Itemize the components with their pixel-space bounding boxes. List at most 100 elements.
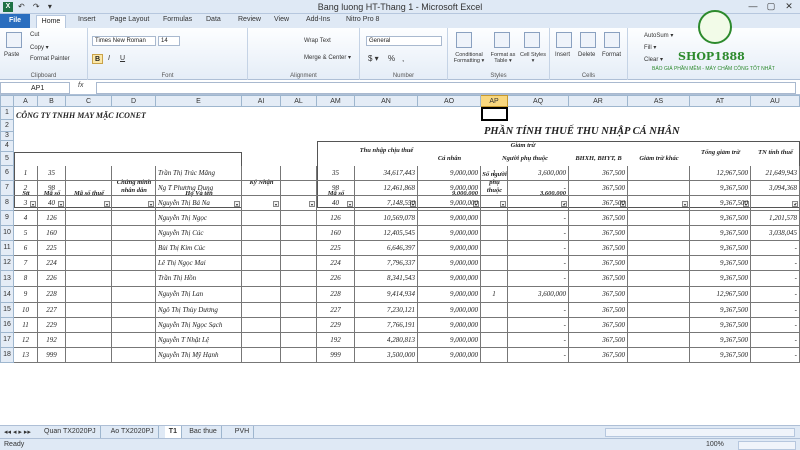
cell-bhxh[interactable]: 367,500 xyxy=(569,181,628,196)
cell-tntt[interactable]: - xyxy=(751,256,800,271)
horizontal-scrollbar[interactable] xyxy=(605,428,795,437)
cell-thunhap[interactable]: 7,796,337 xyxy=(355,256,418,271)
cell-kynhan[interactable] xyxy=(242,166,281,181)
cell-tong[interactable]: 9,367,500 xyxy=(690,318,751,333)
cell-maso2[interactable]: 226 xyxy=(317,271,355,287)
column-header-ao[interactable]: AO xyxy=(418,95,481,107)
cell-masothue[interactable] xyxy=(66,211,112,226)
cell-songuoi[interactable]: 1 xyxy=(481,287,508,303)
italic-button[interactable]: I xyxy=(108,55,110,62)
cell-thunhap[interactable]: 9,414,934 xyxy=(355,287,418,303)
cell-bhxh[interactable]: 367,500 xyxy=(569,256,628,271)
column-header-d[interactable]: D xyxy=(112,95,156,107)
column-header-am[interactable]: AM xyxy=(317,95,355,107)
cell-al[interactable] xyxy=(281,348,317,363)
cell-tong[interactable]: 12,967,500 xyxy=(690,166,751,181)
column-header-an[interactable]: AN xyxy=(355,95,418,107)
cell-tntt[interactable]: 1,201,578 xyxy=(751,211,800,226)
cell-gtk[interactable] xyxy=(628,333,690,348)
cell-bhxh[interactable]: 367,500 xyxy=(569,166,628,181)
tab-add-ins[interactable]: Add-Ins xyxy=(306,16,330,23)
number-format-select[interactable]: General xyxy=(366,36,442,46)
cell-maso2[interactable]: 192 xyxy=(317,333,355,348)
row-header-12[interactable]: 12 xyxy=(0,256,14,271)
zoom-slider[interactable] xyxy=(738,441,796,450)
cell-tntt[interactable]: - xyxy=(751,287,800,303)
cell-canhan[interactable]: 9,000,000 xyxy=(418,196,481,211)
cell-phuthuoc[interactable]: - xyxy=(508,318,569,333)
cell-canhan[interactable]: 9,000,000 xyxy=(418,256,481,271)
cell-maso[interactable]: 229 xyxy=(38,318,66,333)
cell-songuoi[interactable] xyxy=(481,241,508,256)
cell-phuthuoc[interactable]: - xyxy=(508,333,569,348)
copy-button[interactable]: Copy ▾ xyxy=(30,44,49,51)
cell-phuthuoc[interactable]: - xyxy=(508,348,569,363)
cell-thunhap[interactable]: 3,500,000 xyxy=(355,348,418,363)
cell-songuoi[interactable] xyxy=(481,181,508,196)
cell-canhan[interactable]: 9,000,000 xyxy=(418,348,481,363)
cell-name[interactable]: Lê Thị Ngọc Mai xyxy=(156,256,242,271)
cell-kynhan[interactable] xyxy=(242,303,281,318)
cell-tntt[interactable]: - xyxy=(751,196,800,211)
cell-canhan[interactable]: 9,000,000 xyxy=(418,166,481,181)
cell-al[interactable] xyxy=(281,181,317,196)
cell-bhxh[interactable]: 367,500 xyxy=(569,287,628,303)
cell-stt[interactable]: 3 xyxy=(14,196,38,211)
cell-name[interactable]: Ngô Thị Thùy Dương xyxy=(156,303,242,318)
fx-icon[interactable]: fx xyxy=(78,82,83,89)
row-header-9[interactable]: 9 xyxy=(0,211,14,226)
cell-bhxh[interactable]: 367,500 xyxy=(569,348,628,363)
cell-maso[interactable]: 999 xyxy=(38,348,66,363)
cell-al[interactable] xyxy=(281,318,317,333)
cell-gtk[interactable] xyxy=(628,211,690,226)
cell-tong[interactable]: 9,367,500 xyxy=(690,348,751,363)
cell-maso2[interactable]: 98 xyxy=(317,181,355,196)
row-header-17[interactable]: 17 xyxy=(0,333,14,348)
cell-tong[interactable]: 9,367,500 xyxy=(690,211,751,226)
cell-bhxh[interactable]: 367,500 xyxy=(569,303,628,318)
cell-tntt[interactable]: 21,649,943 xyxy=(751,166,800,181)
cell-kynhan[interactable] xyxy=(242,241,281,256)
cell-tntt[interactable]: - xyxy=(751,241,800,256)
cell-maso[interactable]: 35 xyxy=(38,166,66,181)
cell-cmnd[interactable] xyxy=(112,287,156,303)
format-table-icon[interactable] xyxy=(494,32,510,48)
cell-maso2[interactable]: 224 xyxy=(317,256,355,271)
cell-canhan[interactable]: 9,000,000 xyxy=(418,303,481,318)
column-header-at[interactable]: AT xyxy=(690,95,751,107)
cell-maso2[interactable]: 126 xyxy=(317,211,355,226)
cell-name[interactable]: Bùi Thị Kim Cúc xyxy=(156,241,242,256)
tab-file[interactable]: File xyxy=(0,14,30,28)
cell-thunhap[interactable]: 7,766,191 xyxy=(355,318,418,333)
cell-songuoi[interactable] xyxy=(481,348,508,363)
cell-masothue[interactable] xyxy=(66,348,112,363)
column-header-au[interactable]: AU xyxy=(751,95,800,107)
conditional-formatting-icon[interactable] xyxy=(456,32,472,48)
cell-gtk[interactable] xyxy=(628,196,690,211)
cell-songuoi[interactable] xyxy=(481,196,508,211)
cell-maso[interactable]: 226 xyxy=(38,271,66,287)
cell-stt[interactable]: 6 xyxy=(14,241,38,256)
cell-tntt[interactable]: 3,038,045 xyxy=(751,226,800,241)
cell-thunhap[interactable]: 12,405,545 xyxy=(355,226,418,241)
cell-bhxh[interactable]: 367,500 xyxy=(569,211,628,226)
cell-stt[interactable]: 1 xyxy=(14,166,38,181)
column-header-as[interactable]: AS xyxy=(628,95,690,107)
row-header-1[interactable]: 1 xyxy=(0,107,14,120)
tab-page-layout[interactable]: Page Layout xyxy=(110,16,149,23)
cell-thunhap[interactable]: 7,148,550 xyxy=(355,196,418,211)
cell-al[interactable] xyxy=(281,196,317,211)
format-painter-button[interactable]: Format Painter xyxy=(30,56,70,62)
tab-review[interactable]: Review xyxy=(238,16,261,23)
cell-kynhan[interactable] xyxy=(242,181,281,196)
cell-thunhap[interactable]: 8,341,543 xyxy=(355,271,418,287)
cell-maso[interactable]: 227 xyxy=(38,303,66,318)
tab-formulas[interactable]: Formulas xyxy=(163,16,192,23)
selected-cell[interactable] xyxy=(481,107,508,121)
cell-canhan[interactable]: 9,000,000 xyxy=(418,181,481,196)
cell-tong[interactable]: 9,367,500 xyxy=(690,241,751,256)
cell-thunhap[interactable]: 10,569,078 xyxy=(355,211,418,226)
tab-insert[interactable]: Insert xyxy=(78,16,96,23)
column-header-ar[interactable]: AR xyxy=(569,95,628,107)
cell-canhan[interactable]: 9,000,000 xyxy=(418,271,481,287)
